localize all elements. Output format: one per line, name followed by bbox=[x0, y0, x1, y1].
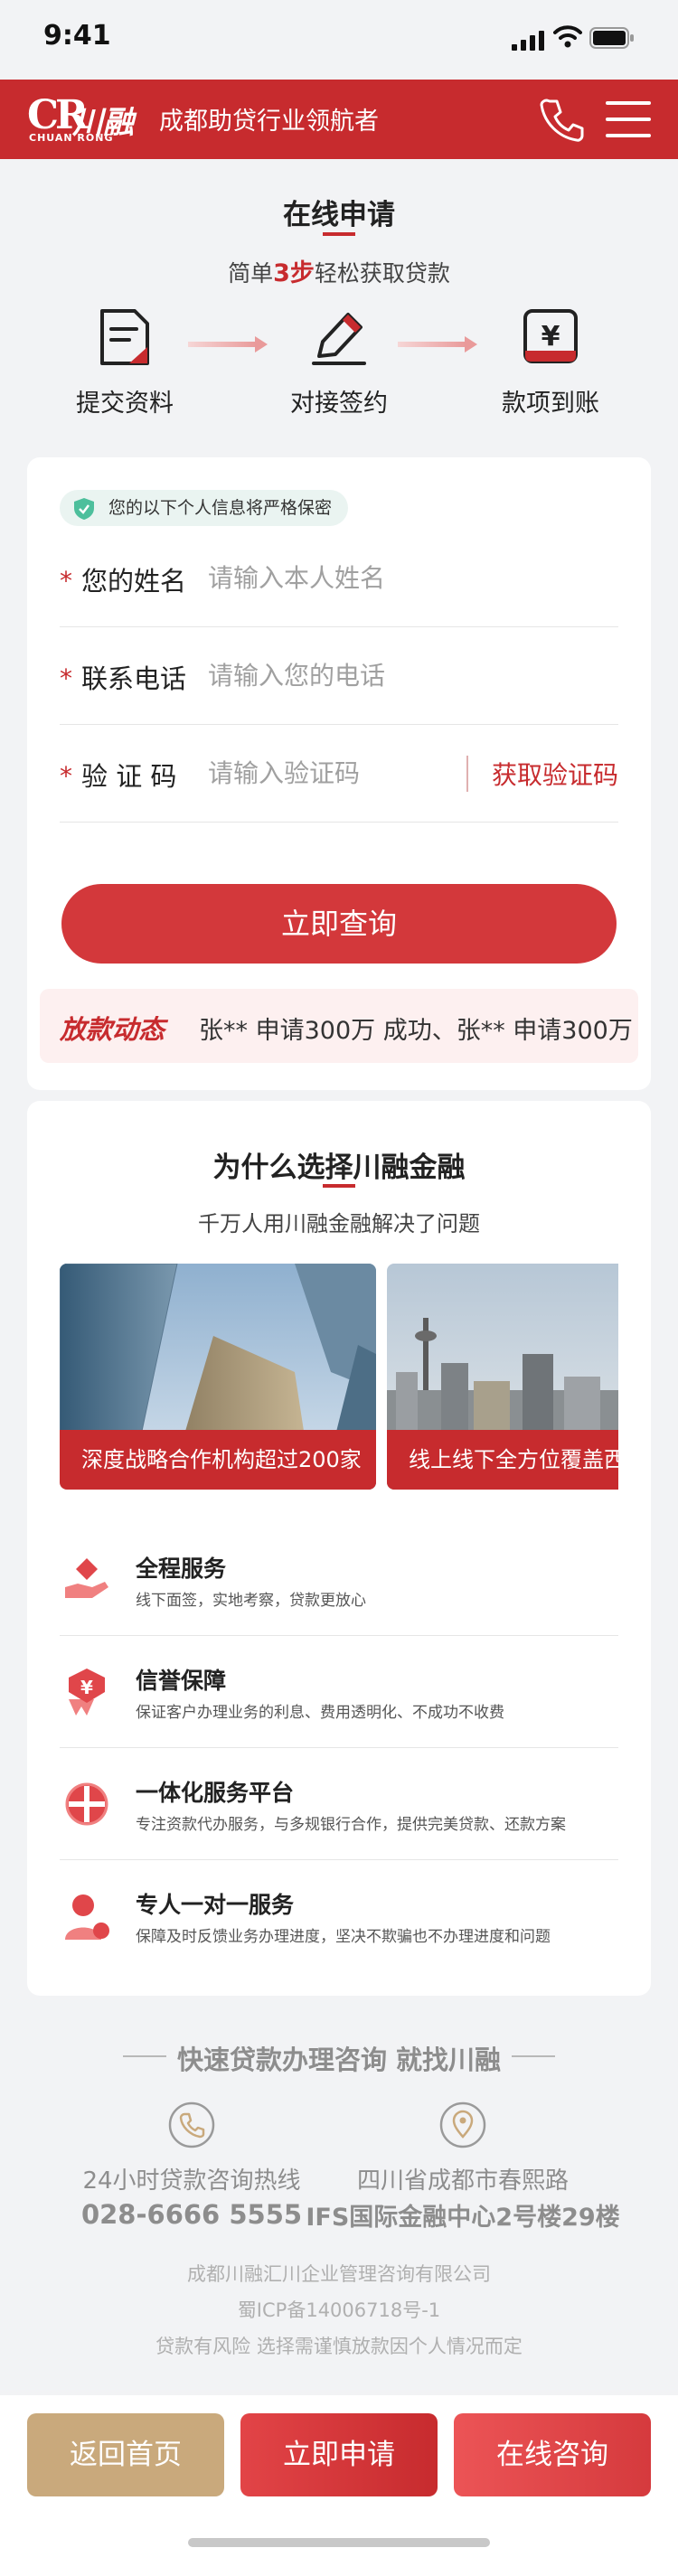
pen-icon bbox=[312, 313, 366, 365]
apply-title: 在线申请 bbox=[283, 199, 395, 231]
yen-badge-icon: ¥ bbox=[69, 1669, 105, 1716]
brand-logo[interactable]: CR 川融 CHUAN RONG bbox=[27, 92, 150, 146]
phone-input[interactable] bbox=[208, 653, 461, 698]
location-pin-icon bbox=[439, 2101, 486, 2148]
wifi-icon bbox=[553, 25, 582, 48]
apply-now-button[interactable]: 立即申请 bbox=[240, 2413, 438, 2496]
signal-icon bbox=[512, 31, 544, 51]
ticker-tag: 放款动态 bbox=[60, 1014, 165, 1045]
feature-title: 全程服务 bbox=[136, 1556, 227, 1582]
company-name: 成都川融汇川企业管理咨询有限公司 bbox=[187, 2263, 491, 2285]
partner-photo-card[interactable]: 深度战略合作机构超过200家 bbox=[60, 1264, 376, 1490]
code-input[interactable] bbox=[208, 750, 461, 795]
feature-credit: ¥ 信誉保障 保证客户办理业务的利息、费用透明化、不成功不收费 bbox=[60, 1636, 618, 1748]
why-subtitle: 千万人用川融金融解决了问题 bbox=[198, 1211, 480, 1236]
home-indicator[interactable] bbox=[188, 2538, 490, 2547]
name-input[interactable] bbox=[208, 555, 461, 600]
icp-record[interactable]: 蜀ICP备14006718号-1 bbox=[0, 2296, 678, 2323]
required-mark: * bbox=[60, 566, 72, 596]
apply-subtitle: 简单3步轻松获取贷款 bbox=[228, 259, 450, 287]
platform-icon bbox=[65, 1782, 108, 1826]
photo-caption: 深度战略合作机构超过200家 bbox=[60, 1430, 376, 1490]
privacy-note: 您的以下个人信息将严格保密 bbox=[60, 490, 349, 526]
step-label: 提交资料 bbox=[76, 390, 174, 418]
required-mark: * bbox=[60, 663, 72, 693]
get-code-button[interactable]: 获取验证码 bbox=[466, 756, 618, 792]
step-submit: 提交资料 bbox=[34, 306, 215, 418]
why-title: 为什么选择川融金融 bbox=[212, 1152, 466, 1184]
agent-icon bbox=[65, 1894, 109, 1940]
svg-text:¥: ¥ bbox=[541, 321, 560, 353]
online-consult-button[interactable]: 在线咨询 bbox=[454, 2413, 651, 2496]
phone-field: * 联系电话 bbox=[60, 627, 618, 725]
home-button[interactable]: 返回首页 bbox=[27, 2413, 224, 2496]
yen-card-icon: ¥ bbox=[523, 309, 578, 363]
battery-icon bbox=[589, 27, 634, 49]
query-button[interactable]: 立即查询 bbox=[61, 884, 617, 964]
feature-title: 专人一对一服务 bbox=[136, 1892, 295, 1918]
coverage-photo-card[interactable]: 线上线下全方位覆盖西 bbox=[387, 1264, 618, 1490]
feature-desc: 专注资款代办服务，与多规银行合作，提供完美贷款、还款方案 bbox=[136, 1816, 566, 1834]
step-label: 对接签约 bbox=[290, 390, 388, 418]
feature-desc: 线下面签，实地考察，贷款更放心 bbox=[136, 1592, 366, 1610]
step-count-highlight: 3步 bbox=[273, 259, 315, 287]
step-funded: ¥ 款项到账 bbox=[460, 306, 641, 418]
step-sign: 对接签约 bbox=[249, 306, 429, 418]
ticker-message: 张** 申请300万 成功、张** 申请300万 bbox=[199, 1017, 633, 1045]
phone-label: 联系电话 bbox=[81, 663, 187, 694]
bottom-action-bar: 返回首页 立即申请 在线咨询 bbox=[0, 2395, 678, 2576]
why-choose-card: 为什么选择川融金融 千万人用川融金融解决了问题 深度战略合作机构超过200家 线… bbox=[27, 1101, 651, 1996]
address-line1: 四川省成都市春熙路 bbox=[356, 2167, 569, 2195]
step-label: 款项到账 bbox=[502, 390, 599, 418]
code-label: 验 证 码 bbox=[81, 761, 177, 792]
title-underline bbox=[323, 232, 355, 236]
status-time: 9:41 bbox=[43, 20, 111, 52]
feature-desc: 保障及时反馈业务办理进度，坚决不欺骗也不办理进度和问题 bbox=[136, 1928, 551, 1946]
required-mark: * bbox=[60, 761, 72, 791]
name-field: * 您的姓名 bbox=[60, 530, 618, 627]
feature-title: 一体化服务平台 bbox=[136, 1780, 295, 1806]
name-label: 您的姓名 bbox=[81, 566, 187, 597]
loan-ticker: 放款动态 张** 申请300万 成功、张** 申请300万 bbox=[40, 989, 638, 1063]
app-header: CR 川融 CHUAN RONG 成都助贷行业领航者 bbox=[0, 80, 678, 159]
feature-full-service: 全程服务 线下面签，实地考察，贷款更放心 bbox=[60, 1524, 618, 1636]
menu-icon[interactable] bbox=[606, 101, 651, 137]
risk-notice: 贷款有风险 选择需谨慎放款因个人情况而定 bbox=[155, 2336, 523, 2357]
address-block: 四川省成都市春熙路 IFS国际金融中心2号楼29楼 bbox=[300, 2101, 626, 2233]
document-icon bbox=[100, 309, 149, 365]
code-field: * 验 证 码 获取验证码 bbox=[60, 725, 618, 823]
svg-text:¥: ¥ bbox=[80, 1677, 93, 1698]
status-bar: 9:41 bbox=[0, 0, 678, 80]
feature-one-on-one: 专人一对一服务 保障及时反馈业务办理进度，坚决不欺骗也不办理进度和问题 bbox=[60, 1860, 618, 1972]
photo-caption: 线上线下全方位覆盖西 bbox=[387, 1430, 618, 1490]
feature-title: 信誉保障 bbox=[136, 1668, 227, 1694]
address-line2: IFS国际金融中心2号楼29楼 bbox=[306, 2204, 620, 2232]
header-slogan: 成都助贷行业领航者 bbox=[159, 108, 379, 136]
footer-title: 快速贷款办理咨询 就找川融 bbox=[176, 2045, 502, 2075]
feature-platform: 一体化服务平台 专注资款代办服务，与多规银行合作，提供完美贷款、还款方案 bbox=[60, 1748, 618, 1860]
feature-desc: 保证客户办理业务的利息、费用透明化、不成功不收费 bbox=[136, 1704, 504, 1722]
shield-icon bbox=[74, 498, 94, 520]
logo-english: CHUAN RONG bbox=[29, 132, 114, 144]
divider bbox=[512, 2055, 555, 2057]
hand-heart-icon bbox=[65, 1558, 108, 1598]
title-underline bbox=[323, 1184, 355, 1188]
phone-icon[interactable] bbox=[539, 98, 584, 143]
phone-icon bbox=[168, 2101, 215, 2148]
application-form-card: 您的以下个人信息将严格保密 * 您的姓名 * 联系电话 * 验 证 码 获取验证… bbox=[27, 457, 651, 1090]
